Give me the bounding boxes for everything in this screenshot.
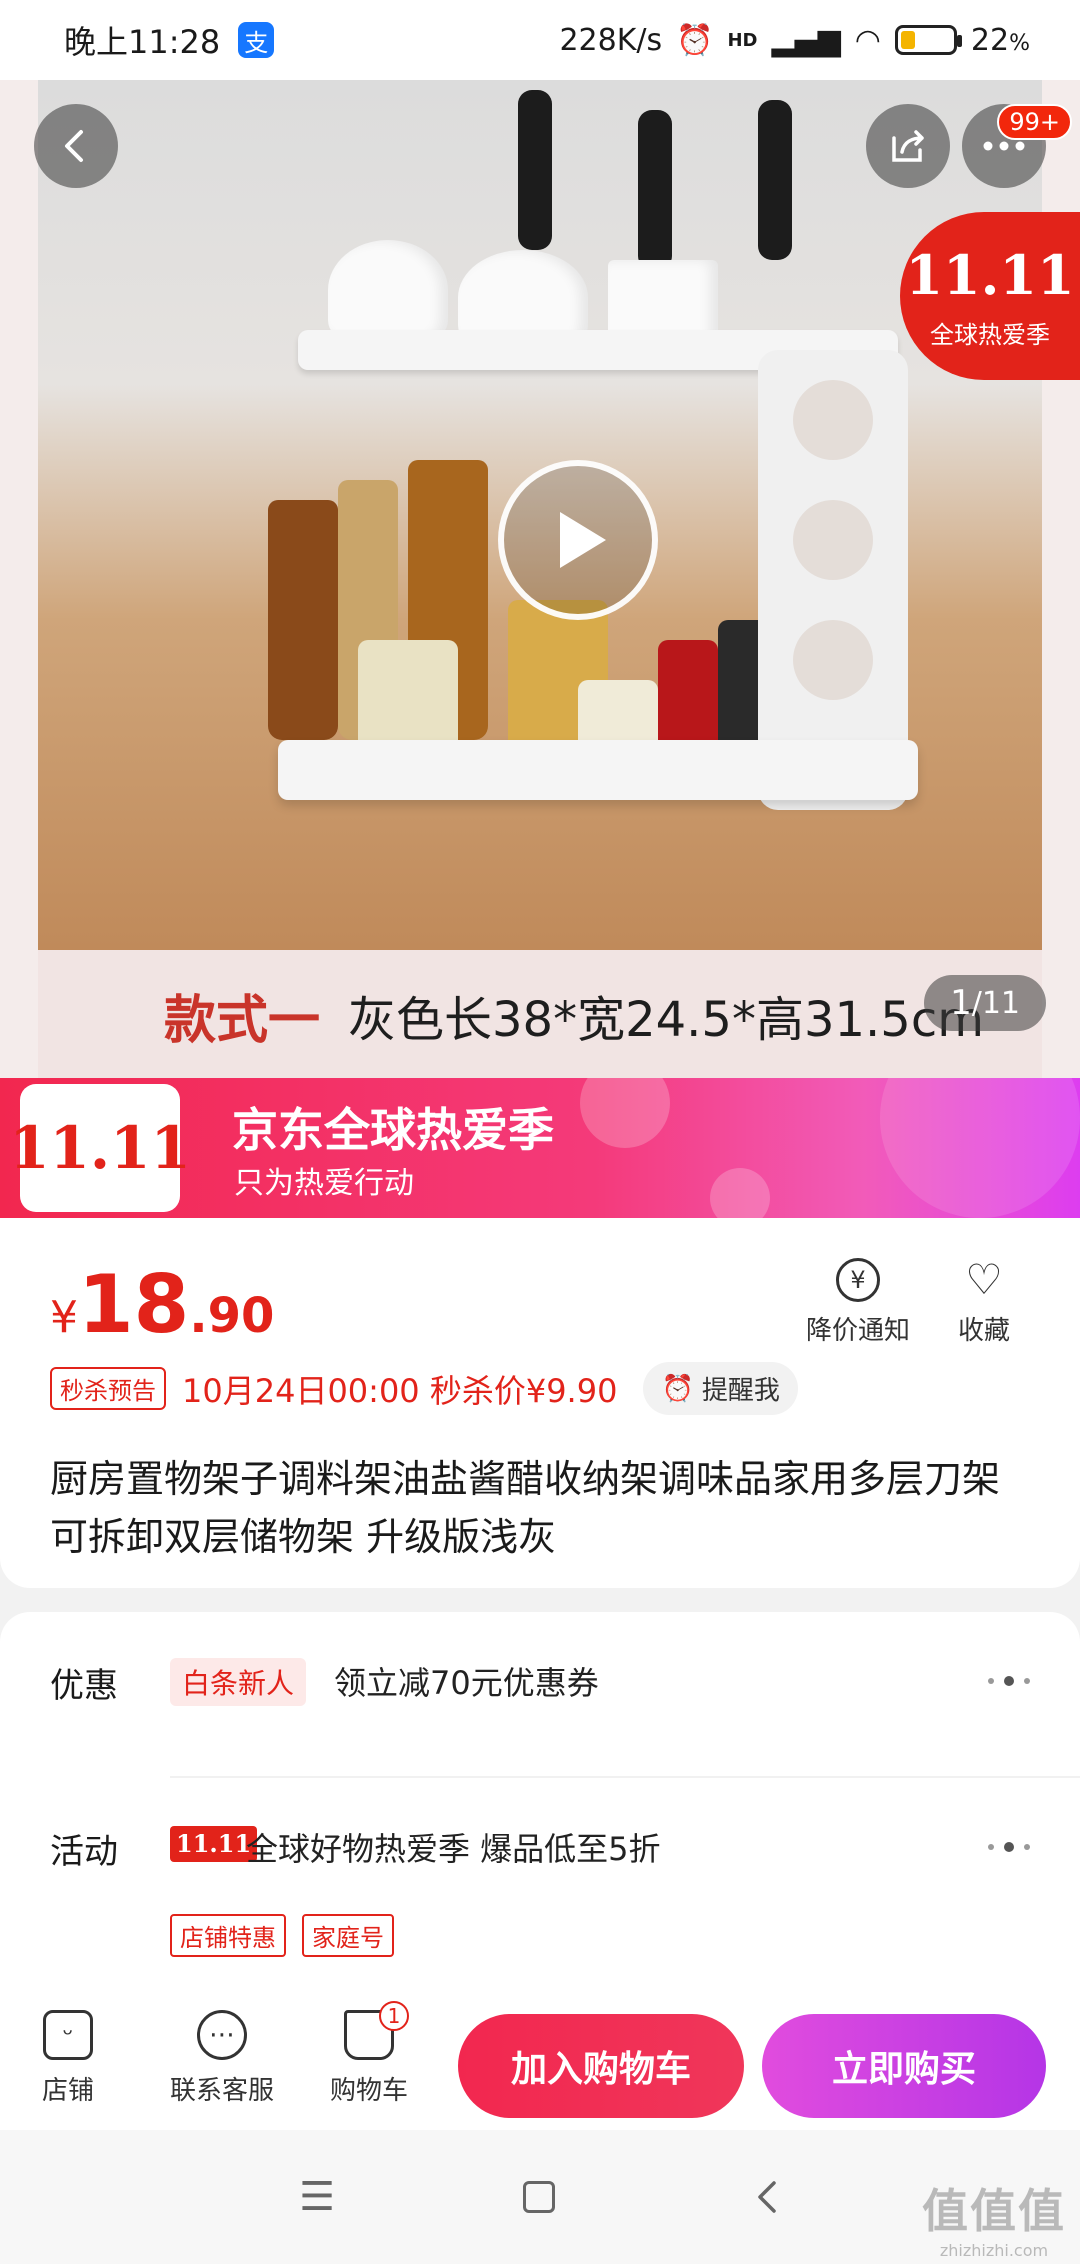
- play-video-button[interactable]: [498, 460, 658, 620]
- baitiao-newuser-pill: 白条新人: [170, 1658, 307, 1706]
- home-square-icon[interactable]: [512, 2170, 566, 2224]
- activity-text[interactable]: 全球好物热爱季 爆品低至5折: [246, 1824, 661, 1870]
- coupon-text[interactable]: 领立减70元优惠券: [334, 1658, 599, 1704]
- remind-me-button[interactable]: ⏰ 提醒我: [643, 1362, 798, 1415]
- double-eleven-corner-badge[interactable]: 11.11 全球热爱季: [900, 212, 1080, 380]
- favorite-button[interactable]: ♡ 收藏: [958, 1258, 1010, 1347]
- double-eleven-logo: 11.11: [9, 1084, 191, 1212]
- image-counter: 1/11: [924, 975, 1046, 1031]
- product-variant-caption: 款式一 灰色长38*宽24.5*高31.5cm: [38, 950, 1042, 1080]
- store-button[interactable]: ᵕ 店铺: [42, 2010, 94, 2107]
- banner-subtitle: 只为热爱行动: [234, 1166, 414, 1201]
- message-count-badge: 99+: [997, 104, 1072, 140]
- variant-dimensions: 灰色长38*宽24.5*高31.5cm: [348, 992, 984, 1048]
- buy-now-button[interactable]: 立即购买: [762, 2014, 1046, 2118]
- share-button[interactable]: [866, 104, 950, 188]
- network-speed: 228K/s: [559, 22, 663, 58]
- product-info-card: ¥ 18 .90 ¥ 降价通知 ♡ 收藏 秒杀预告 10月24日00:00 秒杀…: [0, 1218, 1080, 1588]
- variant-name: 款式一: [164, 990, 321, 1051]
- share-icon: [892, 130, 924, 162]
- divider: [170, 1776, 1080, 1778]
- status-bar: 晚上11:28 支 228K/s ⏰ HD ▂▄▆ ◠ 22%: [0, 0, 1080, 80]
- banner-title: 京东全球热爱季: [232, 1103, 554, 1157]
- hd-signal-icon: HD: [727, 29, 758, 51]
- cart-button[interactable]: 1 购物车: [330, 2001, 409, 2107]
- seckill-tag: 秒杀预告: [50, 1367, 166, 1410]
- double-eleven-logo: 11.11: [905, 242, 1075, 307]
- status-time: 晚上11:28: [64, 23, 221, 61]
- product-price: ¥ 18 .90: [50, 1258, 275, 1351]
- back-button[interactable]: [34, 104, 118, 188]
- more-dots-icon: [983, 141, 1025, 151]
- cart-count-badge: 1: [379, 2001, 409, 2031]
- heart-icon: ♡: [965, 1255, 1003, 1304]
- back-arrow-icon: [65, 130, 83, 162]
- cart-icon: 1: [344, 2001, 409, 2060]
- battery-icon: [894, 25, 962, 55]
- price-alert-button[interactable]: ¥ 降价通知: [806, 1258, 910, 1347]
- activity-label: 活动: [50, 1832, 118, 1872]
- wifi-icon: ◠: [854, 22, 881, 58]
- battery-level: 22%: [970, 22, 1030, 58]
- product-title: 厨房置物架子调料架油盐酱醋收纳架调味品家用多层刀架可拆卸双层储物架 升级版浅灰: [50, 1457, 1001, 1559]
- back-chevron-icon[interactable]: [740, 2170, 794, 2224]
- alarm-icon: ⏰: [676, 22, 714, 58]
- add-to-cart-button[interactable]: 加入购物车: [458, 2014, 744, 2118]
- shop-deal-tag: 店铺特惠: [170, 1914, 286, 1957]
- promo-banner[interactable]: 11.11 京东全球热爱季 只为热爱行动: [0, 1078, 1080, 1218]
- system-navigation-bar: ☰ 值值值 zhizhizhi.com: [0, 2130, 1080, 2264]
- corner-badge-text: 全球热爱季: [930, 320, 1050, 349]
- bottom-action-bar: ᵕ 店铺 ⋯ 联系客服 1 购物车 加入购物车 立即购买: [0, 2000, 1080, 2130]
- discount-label: 优惠: [50, 1666, 118, 1706]
- seckill-preview-row: 秒杀预告 10月24日00:00 秒杀价¥9.90 ⏰ 提醒我: [50, 1362, 798, 1415]
- promotions-card: 优惠 白条新人 领立减70元优惠券 活动 11.11 全球好物热爱季 爆品低至5…: [0, 1612, 1080, 2012]
- discount-more-icon[interactable]: [988, 1676, 1030, 1686]
- cell-signal-icon: ▂▄▆: [771, 22, 841, 58]
- menu-icon[interactable]: ☰: [290, 2170, 344, 2224]
- store-icon: ᵕ: [43, 2010, 93, 2060]
- activity-more-icon[interactable]: [988, 1842, 1030, 1852]
- seckill-info: 10月24日00:00 秒杀价¥9.90: [182, 1371, 618, 1410]
- alarm-clock-icon: ⏰: [661, 1373, 694, 1404]
- double-eleven-mini-logo: 11.11: [170, 1826, 258, 1862]
- price-alert-icon: ¥: [836, 1258, 880, 1302]
- customer-service-button[interactable]: ⋯ 联系客服: [170, 2010, 274, 2107]
- family-account-tag: 家庭号: [302, 1914, 394, 1957]
- play-icon: [560, 512, 606, 568]
- alipay-notification-icon: 支: [238, 22, 275, 58]
- product-photo: [38, 80, 1042, 950]
- product-image-carousel[interactable]: 款式一 灰色长38*宽24.5*高31.5cm 1/11 99+ 11.11 全…: [0, 80, 1080, 1080]
- site-watermark: 值值值 zhizhizhi.com: [922, 2184, 1066, 2260]
- chat-icon: ⋯: [197, 2010, 247, 2060]
